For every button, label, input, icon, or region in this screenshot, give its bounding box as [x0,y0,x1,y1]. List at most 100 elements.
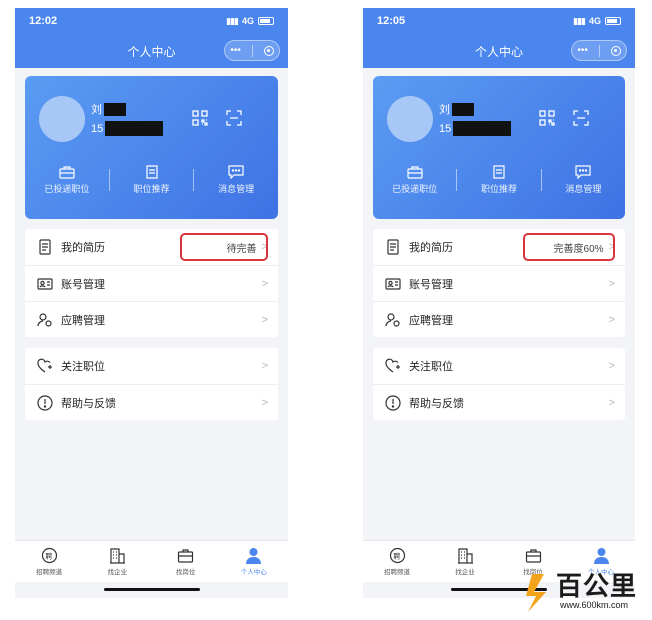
tab-find-company[interactable]: 找企业 [83,547,151,576]
quick-actions: 已投递职位 职位推荐 消息管理 [373,160,625,200]
quick-job-recommend[interactable]: 职位推荐 [457,165,540,195]
quick-applied-jobs[interactable]: 已投递职位 [373,165,456,195]
status-bar: 12:05 ▮▮▮ 4G [363,8,635,34]
chevron-right-icon: > [608,277,615,290]
profile-card: 刘 15 已投递职位 职位推荐 消息管理 [25,76,278,219]
job-recommend-icon [145,165,158,179]
job-recommend-icon [493,165,505,179]
miniprogram-capsule[interactable]: ••• [224,40,280,61]
close-miniprogram-icon[interactable] [263,45,274,56]
redacted-block [104,102,126,116]
page-title: 个人中心 [474,44,523,59]
avatar[interactable] [387,96,433,142]
svg-text:聘: 聘 [393,552,400,561]
chevron-right-icon: > [261,396,268,409]
resume-icon [39,239,51,255]
recruit-channel-icon: 聘 [41,547,57,564]
qr-code-icon[interactable] [539,110,555,126]
status-time: 12:05 [377,15,406,27]
phone-screen-right: 12:05 ▮▮▮ 4G 个人中心 ••• 刘 15 已投递职位 职位推荐 消息… [363,8,635,598]
menu-item-help[interactable]: 帮助与反馈 > [25,384,278,420]
status-time: 12:02 [29,15,58,27]
status-bar: 12:02 ▮▮▮ 4G [15,8,288,34]
miniprogram-capsule[interactable]: ••• [571,40,627,61]
redacted-block [105,121,164,136]
page-title: 个人中心 [127,44,176,59]
user-icon [246,548,262,564]
briefcase-icon [59,166,75,179]
more-icon[interactable]: ••• [230,45,241,56]
building-icon [109,548,125,564]
tab-find-job[interactable]: 找岗位 [152,547,220,576]
tab-find-company[interactable]: 找企业 [431,547,499,576]
applicant-settings-icon [385,312,400,327]
watermark-title: 百公里 [556,571,638,601]
more-icon[interactable]: ••• [577,45,588,56]
message-icon [575,165,591,179]
signal-icon: ▮▮▮ [573,15,586,26]
applicant-settings-icon [37,312,52,327]
redacted-block [452,102,474,116]
menu-group-account: 我的简历 完善度60% > 账号管理 > 应聘管理 > [373,229,625,337]
account-card-icon [37,277,53,290]
briefcase-icon [407,166,423,179]
network-label: 4G [588,16,601,26]
tab-recruit-channel[interactable]: 聘 招聘频道 [363,547,431,576]
user-name: 刘 [91,101,126,117]
user-name: 刘 [439,101,474,117]
user-phone: 15 [439,121,512,136]
chevron-right-icon: > [608,396,615,409]
menu-item-account[interactable]: 账号管理 > [25,265,278,301]
chevron-right-icon: > [608,360,615,372]
scan-icon[interactable] [226,110,242,126]
quick-job-recommend[interactable]: 职位推荐 [110,165,194,195]
recruit-channel-icon: 聘 [389,547,405,564]
help-icon [385,394,401,411]
qr-code-icon[interactable] [192,110,208,126]
menu-group-account: 我的简历 待完善 > 账号管理 > 应聘管理 > [25,229,278,337]
menu-item-resume[interactable]: 我的简历 完善度60% > [373,229,625,265]
network-label: 4G [241,16,254,26]
chevron-right-icon: > [261,360,268,372]
home-indicator [103,588,200,591]
profile-card: 刘 15 已投递职位 职位推荐 消息管理 [373,76,625,219]
signal-icon: ▮▮▮ [226,15,239,26]
highlight-box [180,233,268,261]
nav-bar: 个人中心 ••• [15,34,288,68]
avatar[interactable] [39,96,85,142]
redacted-block [453,121,512,136]
phone-screen-left: 12:02 ▮▮▮ 4G 个人中心 ••• 刘 15 已投递职位 职位推荐 消息… [15,8,288,598]
battery-icon [258,17,274,25]
tab-personal-center[interactable]: 个人中心 [220,547,288,576]
user-icon [593,548,609,564]
close-miniprogram-icon[interactable] [610,45,621,56]
chevron-right-icon: > [608,313,615,326]
site-watermark: 百公里 www.600km.com [520,566,650,618]
chevron-right-icon: > [261,277,268,290]
quick-applied-jobs[interactable]: 已投递职位 [25,165,109,195]
menu-item-account[interactable]: 账号管理 > [373,265,625,301]
tab-bar: 聘 招聘频道 找企业 找岗位 个人中心 [15,540,288,582]
menu-item-followed-jobs[interactable]: 关注职位 > [25,348,278,384]
chevron-right-icon: > [261,313,268,326]
menu-group-more: 关注职位 > 帮助与反馈 > [25,348,278,420]
quick-actions: 已投递职位 职位推荐 消息管理 [25,160,278,200]
help-icon [37,394,53,411]
heart-plus-icon [385,358,400,373]
menu-item-help[interactable]: 帮助与反馈 > [373,384,625,420]
tab-recruit-channel[interactable]: 聘 招聘频道 [15,547,83,576]
menu-item-applications[interactable]: 应聘管理 > [25,301,278,337]
quick-messages[interactable]: 消息管理 [542,165,625,195]
svg-text:聘: 聘 [45,552,52,561]
highlight-box [523,233,615,261]
quick-messages[interactable]: 消息管理 [194,165,278,195]
watermark-url: www.600km.com [560,600,629,610]
message-icon [228,165,244,179]
briefcase-icon [525,549,541,563]
account-card-icon [385,277,401,290]
nav-bar: 个人中心 ••• [363,34,635,68]
menu-item-applications[interactable]: 应聘管理 > [373,301,625,337]
scan-icon[interactable] [573,110,589,126]
menu-item-resume[interactable]: 我的简历 待完善 > [25,229,278,265]
menu-item-followed-jobs[interactable]: 关注职位 > [373,348,625,384]
